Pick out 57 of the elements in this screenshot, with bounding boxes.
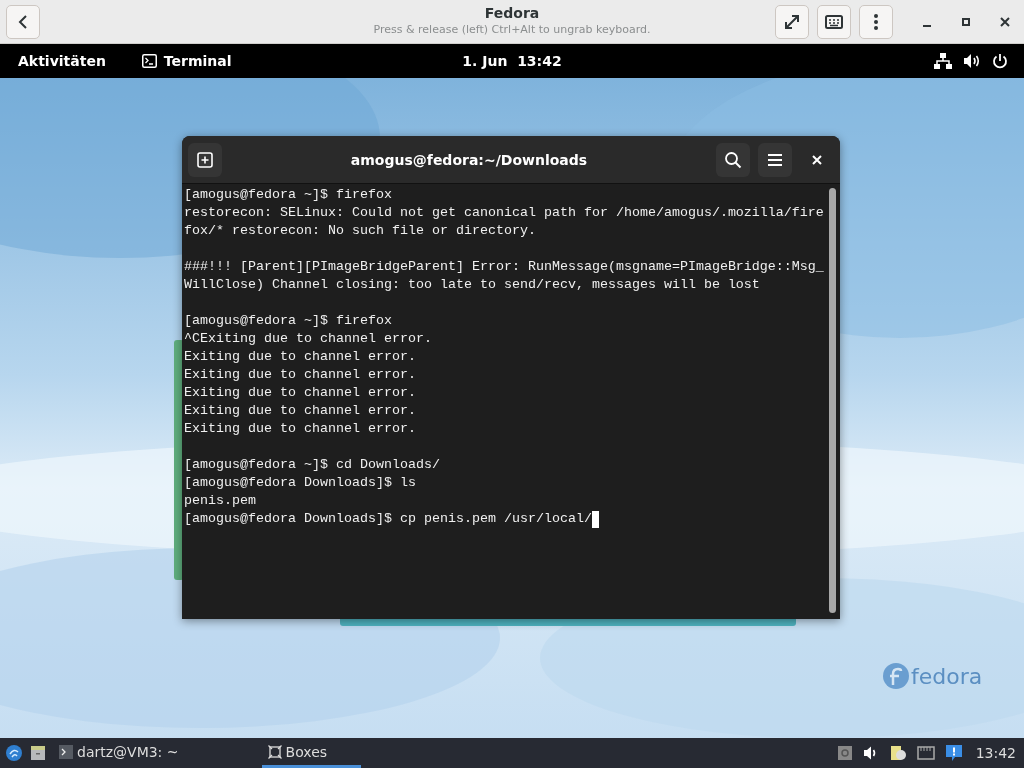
window-title: Fedora [484, 4, 540, 22]
expand-icon [783, 12, 801, 31]
new-tab-icon [197, 151, 213, 168]
power-icon[interactable] [992, 53, 1008, 69]
app-menu-button[interactable]: Terminal [123, 44, 250, 78]
fedora-logo-icon [883, 663, 909, 689]
menu-icon [767, 152, 783, 167]
new-tab-button[interactable] [188, 142, 222, 177]
fedora-wordmark: fedora [911, 663, 983, 689]
terminal-line: penis.pem [184, 492, 256, 510]
terminal-line: [amogus@fedora ~]$ cd Downloads/ [184, 456, 440, 474]
terminal-line: Exiting due to channel error. [184, 348, 416, 366]
terminal-line: [amogus@fedora Downloads]$ ls [184, 474, 416, 492]
menu-button[interactable] [758, 142, 792, 177]
terminal-line: Exiting due to channel error. [184, 384, 416, 402]
start-menu-icon[interactable] [6, 745, 22, 761]
back-button[interactable] [6, 4, 40, 39]
terminal-title: amogus@fedora:~/Downloads [349, 151, 589, 168]
close-icon [1000, 16, 1010, 27]
kebab-icon [874, 13, 878, 30]
terminal-line: fox/* restorecon: No such file or directory. [184, 222, 536, 240]
terminal-line: restorecon: SELinux: Could not get canonical path for /home/amogus/.mozilla/fire [184, 204, 824, 222]
search-icon [724, 150, 742, 169]
scrollbar[interactable] [829, 188, 836, 613]
terminal-line: [amogus@fedora Downloads]$ cp penis.pem /usr/local/ [184, 510, 592, 528]
terminal-line: Exiting due to channel error. [184, 366, 416, 384]
terminal-line: ###!!! [Parent][PImageBridgeParent] Error: RunMessage(msgname=PImageBridge::Msg_ [184, 258, 824, 276]
keyboard-button[interactable] [817, 4, 851, 39]
file-cabinet-icon[interactable] [30, 745, 46, 761]
terminal-line: WillClose) Channel closing: too late to send/recv, messages will be lost [184, 276, 760, 294]
menu-button[interactable] [859, 4, 893, 39]
search-button[interactable] [716, 142, 750, 177]
notes-icon[interactable] [889, 745, 906, 761]
terminal-line: ^CExiting due to channel error. [184, 330, 432, 348]
window-subtitle: Press & release (left) Ctrl+Alt to ungrab keyboard. [373, 22, 651, 38]
fullscreen-button[interactable] [775, 4, 809, 39]
minimize-icon [923, 24, 931, 27]
back-icon [17, 13, 29, 30]
task-button[interactable]: dartz@VM3: ~ [54, 738, 184, 768]
task-button[interactable]: Boxes [261, 738, 362, 768]
maximize-icon [961, 16, 971, 27]
screenshot-icon[interactable] [837, 746, 852, 760]
clock[interactable]: 13:42 [975, 745, 1016, 761]
network-icon[interactable] [934, 53, 952, 69]
date-time-button[interactable]: 1. Jun 13:42 [444, 44, 580, 78]
notification-icon[interactable] [945, 745, 962, 761]
terminal-icon [141, 54, 157, 68]
volume-icon[interactable] [963, 53, 981, 69]
close-icon [812, 154, 822, 165]
keyboard-icon [825, 14, 843, 29]
terminal-line: Exiting due to channel error. [184, 402, 416, 420]
terminal-line: Exiting due to channel error. [184, 420, 416, 438]
boxes-icon [267, 744, 282, 759]
activities-button[interactable]: Aktivitäten [0, 44, 124, 78]
terminal-line: [amogus@fedora ~]$ firefox [184, 312, 392, 330]
terminal-icon [59, 744, 73, 759]
terminal-line: [amogus@fedora ~]$ firefox [184, 186, 392, 204]
